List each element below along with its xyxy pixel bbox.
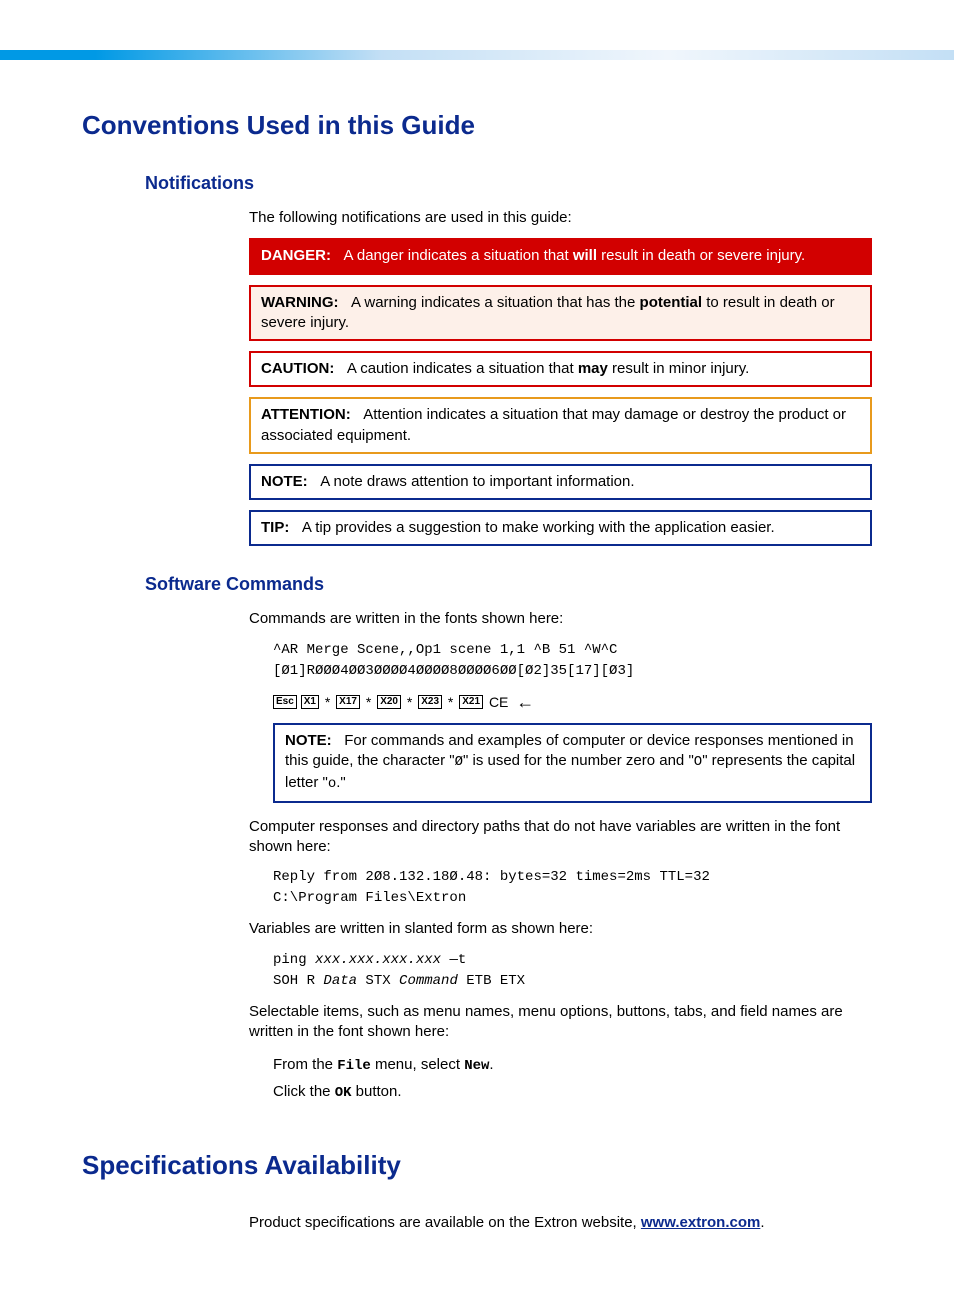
- star-sep: *: [405, 694, 414, 710]
- specifications-text: Product specifications are available on …: [249, 1213, 872, 1233]
- caution-label: CAUTION:: [261, 360, 334, 377]
- selectable-block: From the File menu, select New. Click th…: [273, 1052, 872, 1106]
- selectable-line-2: Click the OK button.: [273, 1079, 872, 1106]
- var2-e: ETB ETX: [458, 973, 525, 989]
- variables-intro: Variables are written in slanted form as…: [249, 919, 872, 939]
- header-gradient-band: [0, 50, 954, 60]
- notifications-intro: The following notifications are used in …: [249, 208, 872, 228]
- attention-label: ATTENTION:: [261, 406, 351, 423]
- warning-label: WARNING:: [261, 294, 339, 311]
- response-intro: Computer responses and directory paths t…: [249, 817, 872, 858]
- s2a: Click the: [273, 1083, 335, 1100]
- note-box: NOTE: A note draws attention to importan…: [249, 464, 872, 500]
- lower-o-char: o: [328, 776, 336, 792]
- capital-o-char: O: [694, 754, 702, 770]
- response-line-2: C:\Program Files\Extron: [273, 888, 872, 909]
- spec-text-b: .: [760, 1214, 764, 1231]
- note-text: A note draws attention to important info…: [320, 473, 634, 490]
- software-intro: Commands are written in the fonts shown …: [249, 609, 872, 629]
- var2-d: Command: [399, 973, 458, 989]
- software-commands-block: Commands are written in the fonts shown …: [249, 609, 872, 1105]
- extron-link[interactable]: www.extron.com: [641, 1214, 760, 1231]
- s1e: .: [489, 1056, 493, 1073]
- note-label: NOTE:: [261, 473, 308, 490]
- caution-text-bold: may: [578, 360, 608, 377]
- ce-text: CE: [487, 694, 508, 710]
- s2c: button.: [352, 1083, 402, 1100]
- star-sep: *: [323, 694, 332, 710]
- variables-block: ping xxx.xxx.xxx.xxx —t SOH R Data STX C…: [273, 950, 872, 992]
- response-line-1: Reply from 2Ø8.132.18Ø.48: bytes=32 time…: [273, 867, 872, 888]
- keycap-x21: X21: [459, 695, 483, 709]
- command-line-1: ^AR Merge Scene,,Op1 scene 1,1 ^B 51 ^W^…: [273, 640, 872, 661]
- keycap-x23: X23: [418, 695, 442, 709]
- heading-specifications: Specifications Availability: [82, 1150, 872, 1181]
- heading-software-commands: Software Commands: [145, 574, 872, 595]
- var1-c: —t: [441, 952, 466, 968]
- command-line-2: [Ø1]RØØØ4ØØ3ØØØØ4ØØØØ8ØØØØ6ØØ[Ø2]35[17][…: [273, 661, 872, 682]
- star-sep: *: [446, 694, 455, 710]
- var2-a: SOH R: [273, 973, 323, 989]
- caution-box: CAUTION: A caution indicates a situation…: [249, 351, 872, 387]
- s2b: OK: [335, 1085, 352, 1101]
- page-content: Conventions Used in this Guide Notificat…: [0, 60, 954, 1303]
- enter-arrow-icon: ←: [512, 692, 534, 713]
- star-sep: *: [364, 694, 373, 710]
- software-note-p4: .": [336, 774, 346, 791]
- software-note-p2: " is used for the number zero and ": [463, 752, 694, 769]
- danger-text-pre: A danger indicates a situation that: [344, 247, 573, 264]
- spec-text-a: Product specifications are available on …: [249, 1214, 641, 1231]
- var2-b: Data: [323, 973, 357, 989]
- var1-b: xxx.xxx.xxx.xxx: [315, 952, 441, 968]
- tip-text: A tip provides a suggestion to make work…: [302, 519, 775, 536]
- s1c: menu, select: [371, 1056, 464, 1073]
- var1-a: ping: [273, 952, 315, 968]
- notifications-block: The following notifications are used in …: [249, 208, 872, 546]
- danger-box: DANGER: A danger indicates a situation t…: [249, 238, 872, 274]
- s1a: From the: [273, 1056, 337, 1073]
- response-block: Reply from 2Ø8.132.18Ø.48: bytes=32 time…: [273, 867, 872, 909]
- keycap-esc: Esc: [273, 695, 297, 709]
- tip-label: TIP:: [261, 519, 289, 536]
- warning-text-bold: potential: [640, 294, 703, 311]
- software-note-label: NOTE:: [285, 732, 332, 749]
- variables-line-1: ping xxx.xxx.xxx.xxx —t: [273, 950, 872, 971]
- zero-slash-char: Ø: [455, 754, 463, 770]
- warning-text-pre: A warning indicates a situation that has…: [351, 294, 640, 311]
- danger-label: DANGER:: [261, 247, 331, 264]
- variables-line-2: SOH R Data STX Command ETB ETX: [273, 971, 872, 992]
- warning-box: WARNING: A warning indicates a situation…: [249, 285, 872, 342]
- heading-conventions: Conventions Used in this Guide: [82, 110, 872, 141]
- attention-box: ATTENTION: Attention indicates a situati…: [249, 397, 872, 454]
- tip-box: TIP: A tip provides a suggestion to make…: [249, 510, 872, 546]
- danger-text-post: result in death or severe injury.: [597, 247, 805, 264]
- heading-notifications: Notifications: [145, 173, 872, 194]
- s1d: New: [464, 1058, 489, 1074]
- caution-text-post: result in minor injury.: [608, 360, 749, 377]
- keycap-row: Esc X1 * X17 * X20 * X23 * X21 CE ←: [273, 692, 872, 713]
- keycap-x20: X20: [377, 695, 401, 709]
- selectable-line-1: From the File menu, select New.: [273, 1052, 872, 1079]
- var2-c: STX: [357, 973, 399, 989]
- s1b: File: [337, 1058, 371, 1074]
- specifications-block: Product specifications are available on …: [249, 1213, 872, 1233]
- software-note-box: NOTE: For commands and examples of compu…: [273, 723, 872, 803]
- caution-text-pre: A caution indicates a situation that: [347, 360, 578, 377]
- selectable-intro: Selectable items, such as menu names, me…: [249, 1002, 872, 1043]
- danger-text-bold: will: [573, 247, 597, 264]
- keycap-x17: X17: [336, 695, 360, 709]
- keycap-x1: X1: [301, 695, 319, 709]
- command-example-block: ^AR Merge Scene,,Op1 scene 1,1 ^B 51 ^W^…: [273, 640, 872, 682]
